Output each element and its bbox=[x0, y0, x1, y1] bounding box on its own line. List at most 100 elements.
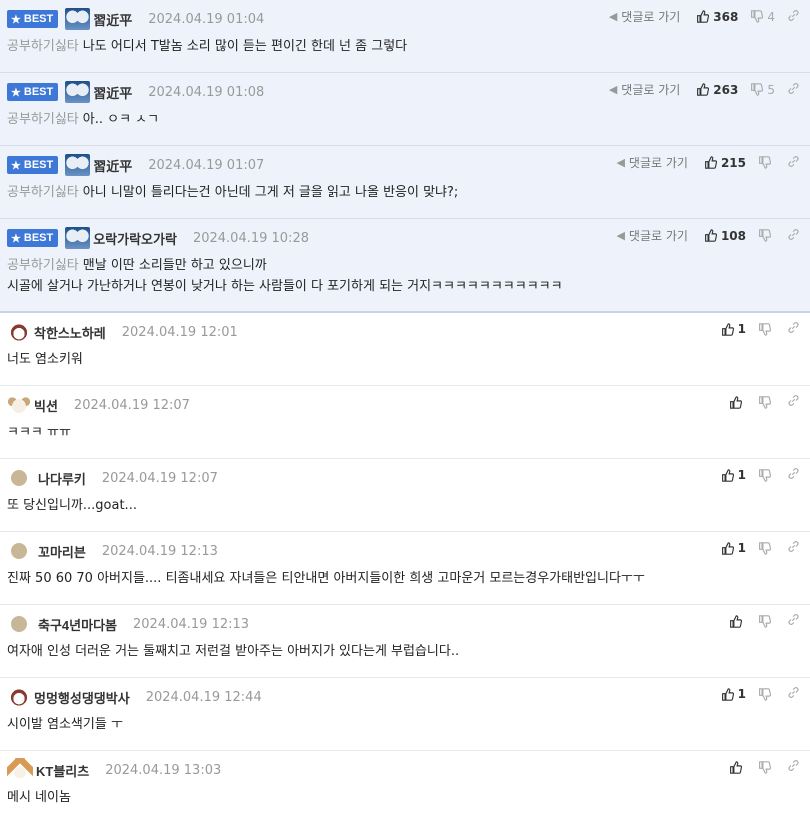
upvote-button[interactable]: 1 bbox=[721, 322, 746, 336]
downvote-button[interactable] bbox=[758, 541, 775, 555]
upvote-button[interactable] bbox=[729, 760, 746, 774]
thumbs-down-icon bbox=[751, 83, 764, 96]
go-to-reply-link[interactable]: ◀ 댓글로 가기 bbox=[616, 227, 687, 244]
upvote-button[interactable] bbox=[729, 614, 746, 628]
upvote-button[interactable]: 368 bbox=[696, 10, 738, 24]
link-icon[interactable] bbox=[787, 759, 800, 775]
thumbs-down-icon bbox=[759, 395, 771, 409]
link-icon[interactable] bbox=[787, 82, 800, 98]
link-icon[interactable] bbox=[787, 228, 800, 244]
comment-header: 빅션 2024.04.19 12:07 bbox=[7, 394, 190, 416]
avatar[interactable] bbox=[7, 758, 33, 782]
go-to-reply-link[interactable]: ◀ 댓글로 가기 bbox=[609, 81, 680, 98]
link-icon[interactable] bbox=[787, 9, 800, 25]
link-icon[interactable] bbox=[787, 155, 800, 171]
nickname[interactable]: 축구4년마다봄 bbox=[38, 615, 117, 634]
comment-text: 너도 염소키워 bbox=[7, 352, 83, 367]
comment-date: 2024.04.19 10:28 bbox=[192, 230, 309, 246]
nickname[interactable]: 오락가락오가락 bbox=[93, 229, 177, 248]
best-comment: ★ BEST 習近平 2024.04.19 01:08 ◀ 댓글로 가기 263 5… bbox=[0, 73, 810, 146]
comment-body: 시이발 염소색기들 ㅜ bbox=[7, 714, 123, 735]
link-icon[interactable] bbox=[787, 394, 800, 410]
comment-header: 축구4년마다봄 2024.04.19 12:13 bbox=[7, 613, 249, 635]
upvote-button[interactable]: 215 bbox=[704, 156, 746, 170]
comment-header: ★ BEST 習近平 2024.04.19 01:07 bbox=[7, 154, 264, 176]
nickname[interactable]: 멍멍행성댕댕박사 bbox=[34, 688, 130, 707]
send-arrow-icon: ◀ bbox=[608, 83, 618, 96]
nickname[interactable]: KT블리츠 bbox=[36, 761, 89, 780]
downvote-button[interactable]: 4 bbox=[750, 10, 775, 24]
link-icon[interactable] bbox=[787, 686, 800, 702]
comment-header: ★ BEST 오락가락오가락 2024.04.19 10:28 bbox=[7, 227, 309, 249]
nickname[interactable]: 習近平 bbox=[93, 156, 132, 175]
nickname[interactable]: 習近平 bbox=[93, 83, 132, 102]
mention-author[interactable]: 공부하기싫타 bbox=[7, 39, 79, 54]
upvote-button[interactable]: 108 bbox=[704, 229, 746, 243]
upvote-button[interactable]: 1 bbox=[721, 468, 746, 482]
nickname[interactable]: 빅션 bbox=[34, 396, 58, 415]
upvote-count: 368 bbox=[713, 9, 739, 24]
thumbs-down-icon bbox=[759, 229, 771, 242]
best-comment: ★ BEST 오락가락오가락 2024.04.19 10:28 ◀ 댓글로 가기 1… bbox=[0, 219, 810, 313]
comment: 나다루키 2024.04.19 12:07 1 또 당신입니까...goat..… bbox=[0, 459, 810, 532]
comment-actions: ◀ 댓글로 가기 215 bbox=[616, 154, 800, 171]
go-to-reply-link[interactable]: ◀ 댓글로 가기 bbox=[609, 8, 680, 25]
comment-actions: ◀ 댓글로 가기 263 5 bbox=[609, 81, 800, 98]
nickname[interactable]: 착한스노하레 bbox=[34, 323, 106, 342]
avatar[interactable] bbox=[65, 8, 91, 30]
comment-date: 2024.04.19 12:13 bbox=[101, 543, 218, 559]
downvote-button[interactable] bbox=[758, 229, 775, 242]
upvote-button[interactable]: 1 bbox=[721, 687, 746, 701]
downvote-button[interactable] bbox=[758, 687, 775, 701]
comment-body: 또 당신입니까...goat... bbox=[7, 495, 137, 516]
comment-actions bbox=[729, 394, 800, 410]
nickname[interactable]: 習近平 bbox=[93, 10, 132, 29]
thumbs-up-icon bbox=[697, 10, 710, 23]
upvote-button[interactable]: 1 bbox=[721, 541, 746, 555]
avatar[interactable] bbox=[11, 616, 27, 632]
avatar[interactable] bbox=[65, 81, 91, 103]
upvote-count: 1 bbox=[737, 541, 746, 555]
avatar[interactable] bbox=[7, 320, 31, 344]
link-icon[interactable] bbox=[787, 540, 800, 556]
comment-header: ★ BEST 習近平 2024.04.19 01:04 bbox=[7, 8, 264, 30]
mention-author[interactable]: 공부하기싫타 bbox=[7, 185, 79, 200]
go-to-reply-link[interactable]: ◀ 댓글로 가기 bbox=[616, 154, 687, 171]
comment: 멍멍행성댕댕박사 2024.04.19 12:44 1 시이발 염소색기들 ㅜ bbox=[0, 678, 810, 751]
upvote-count: 1 bbox=[737, 322, 746, 336]
best-badge: ★ BEST bbox=[7, 156, 59, 174]
nickname[interactable]: 꼬마리븐 bbox=[38, 542, 86, 561]
avatar[interactable] bbox=[11, 543, 27, 559]
downvote-button[interactable] bbox=[758, 614, 775, 628]
downvote-button[interactable] bbox=[758, 156, 775, 169]
avatar[interactable] bbox=[7, 394, 31, 416]
comment-text: 맨날 이딴 소리들만 하고 있으니까 bbox=[82, 258, 267, 273]
avatar[interactable] bbox=[65, 154, 91, 176]
send-arrow-icon: ◀ bbox=[616, 156, 625, 169]
downvote-button[interactable]: 5 bbox=[750, 83, 775, 97]
comment-actions: 1 bbox=[721, 540, 800, 556]
link-icon[interactable] bbox=[787, 613, 800, 629]
avatar[interactable] bbox=[65, 227, 91, 249]
comment-list: ★ BEST 習近平 2024.04.19 01:04 ◀ 댓글로 가기 368 4… bbox=[0, 0, 810, 819]
nickname[interactable]: 나다루키 bbox=[38, 469, 86, 488]
comment-body: 너도 염소키워 bbox=[7, 349, 83, 370]
comment-text: 진짜 50 60 70 아버지들.... 티좀내세요 자녀들은 티안내면 아버지… bbox=[7, 571, 645, 586]
thumbs-up-icon bbox=[721, 687, 734, 701]
upvote-button[interactable] bbox=[729, 395, 746, 409]
avatar[interactable] bbox=[11, 470, 27, 486]
link-icon[interactable] bbox=[787, 321, 800, 337]
mention-author[interactable]: 공부하기싫타 bbox=[7, 258, 79, 273]
downvote-button[interactable] bbox=[758, 395, 775, 409]
downvote-button[interactable] bbox=[758, 468, 775, 482]
downvote-button[interactable] bbox=[758, 760, 775, 774]
avatar[interactable] bbox=[7, 685, 31, 709]
downvote-button[interactable] bbox=[758, 322, 775, 336]
upvote-button[interactable]: 263 bbox=[696, 83, 738, 97]
mention-author[interactable]: 공부하기싫타 bbox=[7, 112, 79, 127]
comment-body: ㅋㅋㅋ ㅠㅠ bbox=[7, 422, 71, 443]
link-icon[interactable] bbox=[787, 467, 800, 483]
comment-text: 시골에 살거나 가난하거나 연봉이 낮거나 하는 사람들이 다 포기하게 되는 … bbox=[7, 279, 563, 294]
comment-date: 2024.04.19 12:07 bbox=[73, 397, 190, 413]
star-icon: ★ bbox=[11, 13, 21, 26]
